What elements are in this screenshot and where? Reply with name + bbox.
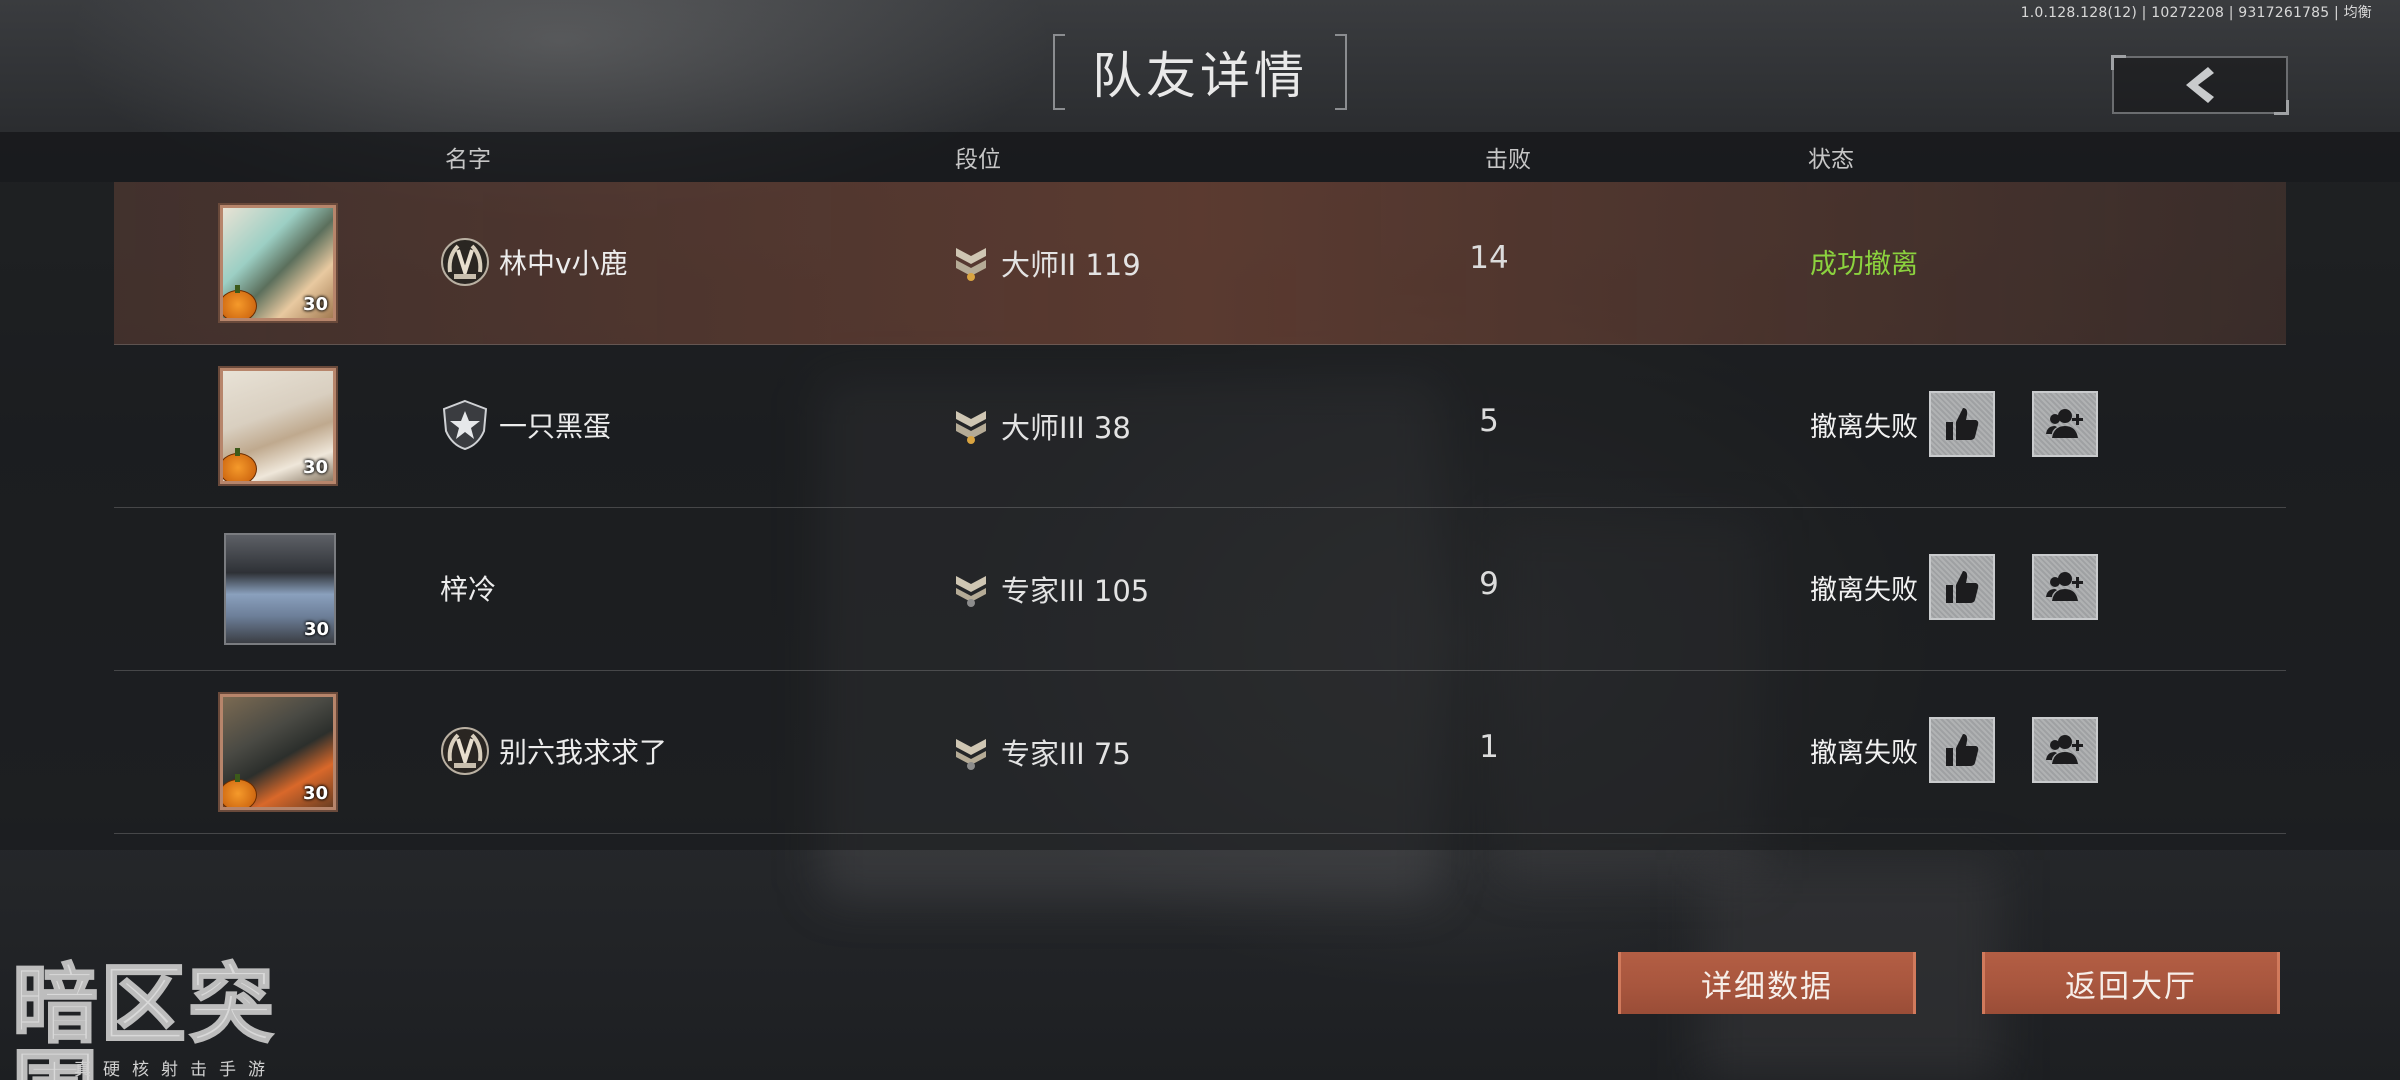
rank-chevron-icon	[956, 576, 986, 607]
thumbs-up-icon	[1946, 408, 1979, 440]
table-row: 30 梓冷 专家III 105 9 撤离失败	[114, 508, 2286, 671]
version-info: 1.0.128.128(12) | 10272208 | 9317261785 …	[2020, 5, 2372, 21]
game-screen: 1.0.128.128(12) | 10272208 | 9317261785 …	[0, 0, 2400, 1080]
page-title: 队友详情	[1092, 47, 1308, 105]
thumbs-up-icon	[1946, 571, 1979, 603]
table-row: 30 林中v小鹿 大师II 119 14 成功撤离	[114, 182, 2286, 345]
add-friend-icon	[2046, 409, 2083, 438]
status-text: 成功撤离	[1810, 249, 1918, 280]
rank-text: 大师III 38	[1001, 411, 1131, 445]
like-button[interactable]	[1929, 717, 1995, 783]
status-text: 撤离失败	[1810, 738, 1918, 769]
level-badge: 30	[303, 619, 329, 640]
add-friend-icon	[2046, 572, 2083, 601]
table-header	[0, 132, 2400, 182]
return-lobby-button[interactable]: 返回大厅	[1982, 952, 2280, 1014]
player-name[interactable]: 一只黑蛋	[499, 405, 611, 445]
kill-count: 1	[1479, 729, 1499, 765]
player-name[interactable]: 梓冷	[440, 568, 496, 608]
kill-count: 5	[1479, 403, 1499, 439]
avatar[interactable]: 30	[220, 368, 336, 484]
add-friend-button[interactable]	[2032, 391, 2098, 457]
return-lobby-label: 返回大厅	[2065, 968, 2197, 1005]
table-row: 30 别六我求求了 专家III 75 1 撤离失败	[114, 671, 2286, 834]
add-friend-button[interactable]	[2032, 554, 2098, 620]
status-text: 撤离失败	[1810, 412, 1918, 443]
rank-chevron-icon	[956, 739, 986, 770]
game-logo: 暗区突围 真硬核射击手游	[11, 961, 362, 1080]
detail-data-button[interactable]: 详细数据	[1618, 952, 1916, 1014]
star-shield-badge-icon	[442, 399, 488, 451]
column-header-name: 名字	[445, 147, 491, 173]
column-header-rank: 段位	[955, 147, 1001, 173]
laurel-badge-icon	[441, 238, 489, 286]
pumpkin-frame-icon	[223, 774, 257, 807]
laurel-badge-icon	[441, 727, 489, 775]
add-friend-icon	[2046, 735, 2083, 764]
player-name[interactable]: 林中v小鹿	[499, 242, 628, 282]
avatar[interactable]: 30	[224, 533, 336, 645]
avatar[interactable]: 30	[220, 205, 336, 321]
like-button[interactable]	[1929, 554, 1995, 620]
kill-count: 14	[1469, 240, 1509, 276]
table-row: 30 一只黑蛋 大师III 38 5 撤离失败	[114, 345, 2286, 508]
rank-text: 专家III 105	[1001, 574, 1150, 608]
back-button[interactable]	[2111, 55, 2289, 115]
add-friend-button[interactable]	[2032, 717, 2098, 783]
rank-text: 大师II 119	[1001, 248, 1141, 282]
thumbs-up-icon	[1946, 734, 1979, 766]
column-header-status: 状态	[1808, 147, 1854, 173]
pumpkin-frame-icon	[223, 285, 257, 318]
rank-chevron-icon	[956, 248, 986, 281]
chevron-left-icon	[2186, 67, 2214, 103]
kill-count: 9	[1479, 566, 1499, 602]
logo-subtitle: 真硬核射击手游	[74, 1060, 277, 1080]
rank-text: 专家III 75	[1001, 737, 1131, 771]
status-text: 撤离失败	[1810, 575, 1918, 606]
like-button[interactable]	[1929, 391, 1995, 457]
rank-chevron-icon	[956, 411, 986, 444]
level-badge: 30	[302, 294, 328, 315]
level-badge: 30	[302, 783, 328, 804]
detail-data-label: 详细数据	[1701, 968, 1833, 1005]
level-badge: 30	[302, 457, 328, 478]
player-name[interactable]: 别六我求求了	[499, 731, 667, 771]
column-header-kills: 击败	[1485, 147, 1531, 173]
title-frame: 队友详情	[1053, 34, 1347, 110]
pumpkin-frame-icon	[223, 448, 257, 481]
avatar[interactable]: 30	[220, 694, 336, 810]
